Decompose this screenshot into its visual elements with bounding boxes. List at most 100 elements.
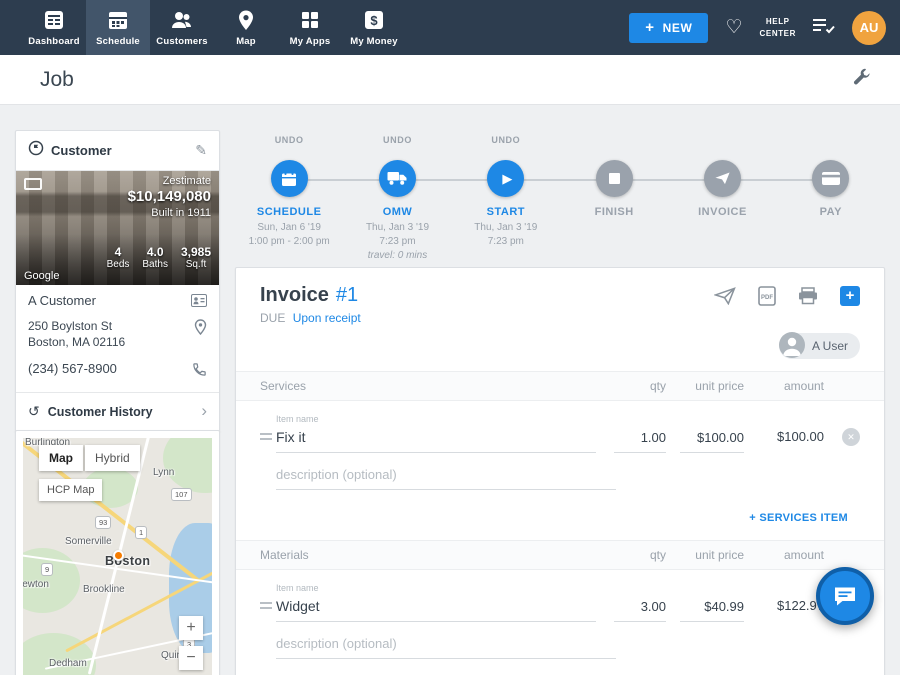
drag-handle-icon[interactable] <box>260 430 276 453</box>
service-unit-price-input[interactable] <box>680 425 744 453</box>
customer-phone-row: (234) 567-8900 <box>16 354 219 392</box>
add-service-item-link[interactable]: + SERVICES ITEM <box>749 512 848 524</box>
nav-label: Customers <box>156 36 207 47</box>
assignee-row: A User <box>236 325 884 371</box>
invoice-step-icon[interactable] <box>704 160 741 197</box>
nav-label: My Money <box>350 36 398 47</box>
map-label-boston: Boston <box>105 554 150 568</box>
start-step-icon[interactable] <box>487 160 524 197</box>
amount-column-header: amount <box>744 548 824 562</box>
nav-item-schedule[interactable]: Schedule <box>86 0 150 55</box>
nav-label: Schedule <box>96 36 140 47</box>
unit-price-column-header: unit price <box>666 548 744 562</box>
step-label: FINISH <box>595 206 634 218</box>
customer-address-row: 250 Boylston St Boston, MA 02116 <box>16 316 219 354</box>
hcp-map-button[interactable]: HCP Map <box>39 479 102 501</box>
built-year: Built in 1911 <box>128 207 211 219</box>
drag-handle-icon[interactable] <box>260 599 276 622</box>
service-description-input[interactable] <box>276 463 616 490</box>
zoom-in-button[interactable]: + <box>179 616 203 640</box>
remove-service-item-icon[interactable] <box>842 428 860 446</box>
user-avatar[interactable]: AU <box>852 11 886 45</box>
customer-card-header: Customer <box>16 131 219 171</box>
undo-link[interactable]: UNDO <box>491 135 520 155</box>
page-header: Job <box>0 55 900 105</box>
service-qty-input[interactable] <box>614 425 666 453</box>
item-name-label: Item name <box>276 583 596 593</box>
service-amount: $100.00 <box>744 429 824 453</box>
nav-item-my-apps[interactable]: My Apps <box>278 0 342 55</box>
nav-item-dashboard[interactable]: Dashboard <box>22 0 86 55</box>
step-date-line: 7:23 pm <box>474 235 537 249</box>
schedule-step-icon[interactable] <box>271 160 308 197</box>
pay-step-icon[interactable] <box>812 160 849 197</box>
zestimate-label: Zestimate <box>128 175 211 187</box>
material-unit-price-input[interactable] <box>680 594 744 622</box>
qty-column-header: qty <box>596 379 666 393</box>
material-item-name-input[interactable] <box>276 593 596 622</box>
pdf-icon[interactable]: PDF <box>758 286 776 306</box>
zoom-out-button[interactable]: − <box>179 646 203 670</box>
material-description-input[interactable] <box>276 632 616 659</box>
customer-history-row[interactable]: Customer History <box>16 392 219 431</box>
heart-icon[interactable] <box>725 16 742 39</box>
step-date-line: Sun, Jan 6 '19 <box>249 221 330 235</box>
phone-icon[interactable] <box>192 362 207 382</box>
nav-item-my-money[interactable]: $ My Money <box>342 0 406 55</box>
service-item-name-input[interactable] <box>276 424 596 453</box>
step-label: OMW <box>383 206 413 218</box>
step-label: SCHEDULE <box>257 206 322 218</box>
tools-icon[interactable] <box>852 67 872 92</box>
hybrid-view-button[interactable]: Hybrid <box>85 445 140 471</box>
send-icon <box>714 171 731 186</box>
nav-label: My Apps <box>290 36 331 47</box>
new-button[interactable]: NEW <box>629 13 708 43</box>
map-label-lynn: Lynn <box>153 467 174 478</box>
qty-column-header: qty <box>596 548 666 562</box>
location-pin-icon[interactable] <box>194 319 207 340</box>
undo-link[interactable]: UNDO <box>275 135 304 155</box>
credit-card-icon <box>822 172 840 185</box>
nav-item-map[interactable]: Map <box>214 0 278 55</box>
checklist-icon[interactable] <box>813 16 835 39</box>
service-unit-price-field <box>666 425 744 453</box>
print-icon[interactable] <box>798 287 818 305</box>
material-qty-input[interactable] <box>614 594 666 622</box>
assignee-chip[interactable]: A User <box>779 333 860 359</box>
invoice-number[interactable]: #1 <box>336 284 358 307</box>
add-invoice-button[interactable] <box>840 286 860 306</box>
map-view-button[interactable]: Map <box>39 445 83 471</box>
map-canvas[interactable]: Map Hybrid HCP Map Burlington Lynn Somer… <box>23 438 212 675</box>
chat-launcher[interactable] <box>816 567 874 625</box>
zestimate-value: $10,149,080 <box>128 188 211 205</box>
materials-section-title: Materials <box>260 548 596 562</box>
nav-item-customers[interactable]: Customers <box>150 0 214 55</box>
send-invoice-icon[interactable] <box>714 287 736 305</box>
calendar-icon <box>107 8 129 32</box>
new-button-label: NEW <box>663 21 693 35</box>
due-label: DUE <box>260 311 285 325</box>
contact-card-icon[interactable] <box>191 294 207 312</box>
money-icon: $ <box>363 8 385 32</box>
due-terms-link[interactable]: Upon receipt <box>293 311 361 325</box>
property-stats: 4 Beds 4.0 Baths 3,985 Sq.ft <box>107 245 211 270</box>
streetview-icon[interactable] <box>24 178 42 190</box>
customer-phone: (234) 567-8900 <box>28 361 117 376</box>
job-location-marker <box>113 550 124 561</box>
help-center-link[interactable]: HELP CENTER <box>760 16 797 39</box>
timeline-step-start: UNDO START Thu, Jan 3 '19 7:23 pm <box>452 135 560 263</box>
undo-link[interactable]: UNDO <box>383 135 412 155</box>
map-pin-icon <box>235 8 257 32</box>
baths-value: 4.0 <box>147 245 164 259</box>
omw-step-icon[interactable] <box>379 160 416 197</box>
finish-step-icon[interactable] <box>596 160 633 197</box>
customer-card-title: Customer <box>51 143 188 158</box>
services-section-header: Services qty unit price amount <box>236 371 884 401</box>
material-line-item: Item name $122.97 <box>236 570 884 622</box>
timeline-step-pay: PAY <box>777 135 885 263</box>
property-photo: Zestimate $10,149,080 Built in 1911 4 Be… <box>16 171 219 285</box>
edit-customer-icon[interactable] <box>195 142 207 160</box>
step-dates: Thu, Jan 3 '19 7:23 pm <box>474 221 537 249</box>
step-label: INVOICE <box>698 206 747 218</box>
invoice-actions: PDF <box>714 286 860 306</box>
